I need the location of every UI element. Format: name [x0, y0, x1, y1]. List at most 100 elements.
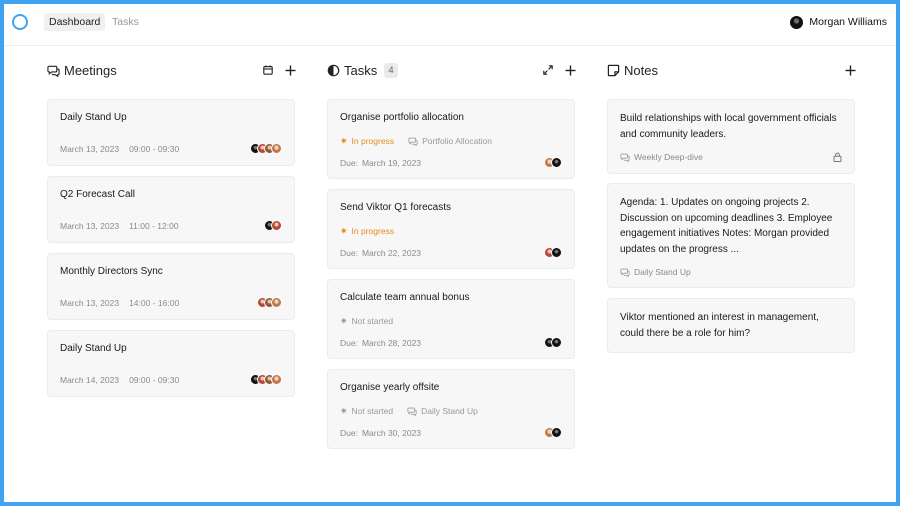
tab-tasks[interactable]: Tasks: [107, 13, 144, 31]
meeting-date: March 13, 2023: [60, 144, 120, 154]
meeting-card[interactable]: Monthly Directors Sync March 13, 2023 14…: [47, 253, 295, 320]
tasks-title: Tasks: [344, 63, 378, 78]
chat-bubbles-icon: [408, 137, 418, 146]
status-label: Not started: [351, 406, 394, 416]
user-name: Morgan Williams: [809, 16, 887, 28]
avatar: [551, 157, 562, 168]
chat-bubbles-icon: [47, 65, 60, 77]
task-card[interactable]: Organise portfolio allocation ✷ In progr…: [327, 99, 575, 179]
attendee-avatars: [250, 374, 282, 385]
linked-meeting[interactable]: Daily Stand Up: [407, 406, 478, 416]
meeting-time: March 13, 2023 09:00 - 09:30: [60, 144, 179, 154]
meeting-hours: 14:00 - 16:00: [129, 298, 180, 308]
attendee-avatars: [264, 220, 282, 231]
calendar-icon: [263, 65, 273, 75]
meeting-date: March 13, 2023: [60, 221, 120, 231]
plus-icon: [285, 65, 295, 75]
linked-meeting-label: Daily Stand Up: [421, 406, 478, 416]
meeting-time: March 14, 2023 09:00 - 09:30: [60, 375, 179, 385]
task-title: Send Viktor Q1 forecasts: [340, 202, 451, 213]
meeting-card[interactable]: Q2 Forecast Call March 13, 2023 11:00 - …: [47, 176, 295, 243]
notes-column: Notes Build relationships with local gov…: [607, 56, 855, 356]
due-date: Due: March 19, 2023: [340, 158, 421, 168]
tasks-header: Tasks 4: [327, 56, 575, 86]
task-count-badge: 4: [384, 63, 398, 78]
user-menu[interactable]: Morgan Williams: [790, 14, 887, 30]
due-date: Due: March 22, 2023: [340, 248, 421, 258]
meeting-card[interactable]: Daily Stand Up March 13, 2023 09:00 - 09…: [47, 99, 295, 166]
expand-icon: [543, 65, 553, 75]
avatar: [271, 297, 282, 308]
due-label: Due:: [340, 248, 358, 258]
note-source: Daily Stand Up: [620, 267, 691, 277]
sun-icon: ✷: [340, 135, 348, 146]
add-note-button[interactable]: [843, 63, 857, 77]
sun-icon: ✷: [340, 315, 348, 326]
due-label: Due:: [340, 428, 358, 438]
lock-icon: [833, 152, 842, 162]
meetings-title: Meetings: [64, 63, 117, 78]
app-window: Dashboard Tasks Morgan Williams Meetings: [4, 4, 896, 502]
note-source: Weekly Deep-dive: [620, 152, 703, 162]
due-value: March 22, 2023: [361, 248, 422, 258]
meetings-header: Meetings: [47, 56, 295, 86]
linked-meeting[interactable]: Portfolio Allocation: [408, 136, 492, 146]
add-task-button[interactable]: [563, 63, 577, 77]
task-card[interactable]: Organise yearly offsite ✷ Not started Da…: [327, 369, 575, 449]
task-card[interactable]: Send Viktor Q1 forecasts ✷ In progress D…: [327, 189, 575, 269]
status-badge: ✷ Not started: [340, 316, 393, 326]
status-badge: ✷ In progress Portfolio Allocation: [340, 136, 492, 146]
chat-bubbles-icon: [620, 153, 630, 162]
plus-icon: [565, 65, 575, 75]
notes-header: Notes: [607, 56, 855, 86]
attendee-avatars: [250, 143, 282, 154]
add-meeting-button[interactable]: [283, 63, 297, 77]
note-source-label: Daily Stand Up: [634, 267, 691, 277]
meeting-date: March 14, 2023: [60, 375, 120, 385]
assignee-avatars: [544, 157, 562, 168]
meetings-column: Meetings Daily Stand Up March 13, 2023 0…: [47, 56, 295, 416]
tasks-column: Tasks 4 Organise portfolio allocation ✷ …: [327, 56, 575, 456]
meeting-title: Daily Stand Up: [60, 343, 127, 354]
chat-bubbles-icon: [620, 268, 630, 277]
avatar: [551, 337, 562, 348]
expand-button[interactable]: [541, 63, 555, 77]
task-title: Calculate team annual bonus: [340, 292, 470, 303]
attendee-avatars: [257, 297, 282, 308]
ring-logo-icon[interactable]: [12, 14, 28, 30]
task-card[interactable]: Calculate team annual bonus ✷ Not starte…: [327, 279, 575, 359]
task-title: Organise portfolio allocation: [340, 112, 464, 123]
avatar: [551, 427, 562, 438]
status-label: In progress: [351, 136, 395, 146]
due-date: Due: March 30, 2023: [340, 428, 421, 438]
tab-dashboard[interactable]: Dashboard: [44, 13, 106, 31]
avatar: [271, 220, 282, 231]
half-circle-icon: [327, 64, 340, 77]
plus-icon: [845, 65, 855, 75]
meeting-time: March 13, 2023 11:00 - 12:00: [60, 221, 179, 231]
due-label: Due:: [340, 338, 358, 348]
assignee-avatars: [544, 247, 562, 258]
meeting-hours: 11:00 - 12:00: [129, 221, 179, 231]
notes-title: Notes: [624, 63, 658, 78]
calendar-button[interactable]: [261, 63, 275, 77]
due-value: March 28, 2023: [361, 338, 422, 348]
note-source-label: Weekly Deep-dive: [634, 152, 703, 162]
status-label: In progress: [351, 226, 395, 236]
note-icon: [607, 64, 620, 77]
note-card[interactable]: Agenda: 1. Updates on ongoing projects 2…: [607, 183, 855, 288]
meeting-title: Q2 Forecast Call: [60, 189, 136, 200]
sun-icon: ✷: [340, 405, 348, 416]
meeting-time: March 13, 2023 14:00 - 16:00: [60, 298, 179, 308]
note-card[interactable]: Build relationships with local governmen…: [607, 99, 855, 174]
due-date: Due: March 28, 2023: [340, 338, 421, 348]
meeting-hours: 09:00 - 09:30: [129, 144, 180, 154]
top-bar: Dashboard Tasks Morgan Williams: [4, 4, 896, 46]
chat-bubbles-icon: [407, 407, 417, 416]
due-value: March 30, 2023: [361, 428, 422, 438]
avatar: [271, 143, 282, 154]
note-card[interactable]: Viktor mentioned an interest in manageme…: [607, 298, 855, 353]
meeting-card[interactable]: Daily Stand Up March 14, 2023 09:00 - 09…: [47, 330, 295, 397]
avatar: [551, 247, 562, 258]
meeting-hours: 09:00 - 09:30: [129, 375, 180, 385]
